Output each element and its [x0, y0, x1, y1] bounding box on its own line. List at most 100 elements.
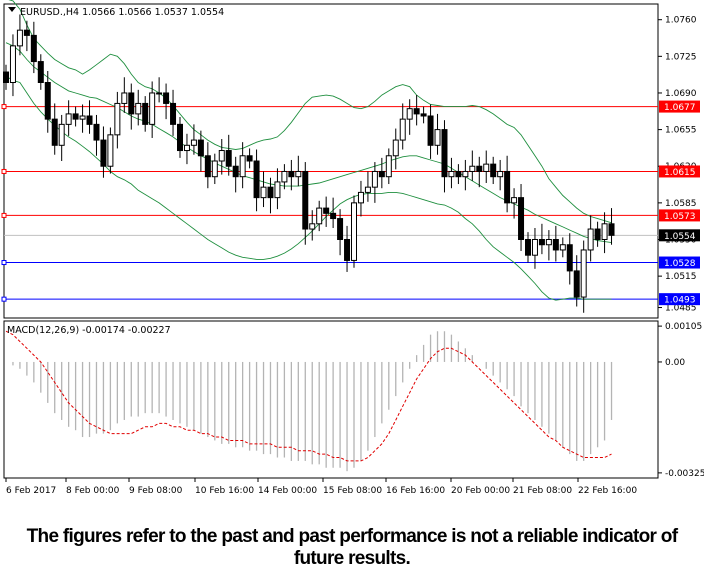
current-price-label: 1.0554	[664, 232, 696, 242]
candle-body	[86, 115, 93, 125]
candle-body	[573, 270, 580, 298]
price-axis-label: 1.0515	[665, 272, 697, 282]
level-line-handle[interactable]	[1, 296, 7, 302]
candle-body	[399, 118, 406, 141]
candle-body	[580, 249, 587, 298]
candle-body	[239, 155, 246, 178]
candle-body	[538, 239, 545, 246]
candle-body	[156, 92, 163, 95]
candle-body	[518, 197, 525, 240]
candle-body	[204, 155, 211, 178]
candle-body	[79, 115, 86, 120]
candle-body	[58, 123, 65, 146]
candle-body	[267, 186, 274, 199]
symbol-header: EURUSD.,H4 1.0566 1.0566 1.0537 1.0554	[20, 7, 224, 18]
level-price-label: 1.0493	[664, 296, 696, 306]
macd-label: MACD(12,26,9) -0.00174 -0.00227	[7, 325, 171, 336]
macd-panel-frame	[3, 320, 659, 479]
price-axis-label: 1.0760	[665, 16, 697, 26]
candle-body	[107, 134, 114, 167]
candle-body	[427, 115, 434, 146]
candle-body	[30, 34, 37, 63]
time-axis-label: 22 Feb 16:00	[578, 486, 637, 496]
candle-body	[337, 218, 344, 240]
candle-body	[323, 207, 330, 214]
price-chart[interactable]: 1.07601.07251.06901.06551.06201.05851.05…	[0, 0, 704, 520]
time-axis-label: 14 Feb 00:00	[258, 486, 317, 496]
candle-body	[441, 129, 448, 178]
candle-body	[295, 170, 302, 178]
candle-body	[462, 170, 469, 178]
macd-axis-label: -0.00325	[665, 469, 704, 479]
candle-body	[211, 160, 218, 178]
candle-body	[288, 170, 295, 178]
macd-axis-label: 0.00105	[665, 322, 702, 332]
macd-axis-label: 0.00	[665, 358, 685, 368]
candle-body	[448, 170, 455, 178]
time-axis-label: 9 Feb 08:00	[129, 486, 183, 496]
level-line-handle[interactable]	[1, 168, 7, 174]
candle-body	[281, 170, 288, 183]
level-price-label: 1.0573	[664, 212, 696, 222]
time-axis-label: 21 Feb 08:00	[513, 486, 572, 496]
candle-body	[316, 207, 323, 225]
level-line-handle[interactable]	[1, 260, 7, 266]
candle-body	[608, 223, 615, 236]
time-axis-label: 16 Feb 16:00	[386, 486, 445, 496]
level-line-handle[interactable]	[1, 104, 7, 110]
candle-body	[170, 102, 177, 125]
candle-body	[601, 223, 608, 241]
price-axis-label: 1.0725	[665, 52, 697, 62]
candle-body	[51, 118, 58, 146]
candle-body	[37, 61, 44, 83]
candle-body	[93, 123, 100, 141]
candle-body	[497, 170, 504, 178]
candle-body	[392, 139, 399, 157]
candle-body	[511, 197, 518, 204]
candle-body	[371, 170, 378, 188]
candle-body	[72, 113, 79, 120]
candle-body	[364, 186, 371, 193]
level-line-handle[interactable]	[1, 212, 7, 218]
candle-body	[545, 239, 552, 246]
candle-body	[483, 163, 490, 172]
candle-body	[218, 150, 225, 162]
candle-body	[504, 170, 511, 204]
candle-body	[3, 71, 9, 83]
candle-body	[253, 160, 260, 199]
candle-body	[149, 92, 156, 125]
time-axis-label: 20 Feb 00:00	[451, 486, 510, 496]
candle-body	[65, 113, 72, 125]
candle-body	[594, 228, 601, 241]
disclaimer-text: The figures refer to the past and past p…	[26, 526, 678, 569]
candle-body	[260, 186, 267, 199]
time-axis-label: 8 Feb 00:00	[66, 486, 120, 496]
candle-body	[344, 239, 351, 261]
candle-body	[309, 223, 316, 230]
candle-body	[163, 92, 170, 104]
price-axis-label: 1.0585	[665, 199, 697, 209]
candle-body	[566, 244, 573, 272]
candle-body	[490, 163, 497, 178]
candle-body	[455, 170, 462, 178]
candle-body	[225, 150, 232, 167]
candle-body	[177, 123, 183, 152]
candle-body	[9, 45, 16, 83]
level-price-label: 1.0615	[664, 168, 696, 178]
candle-body	[525, 239, 531, 256]
candle-body	[128, 92, 135, 115]
candle-body	[16, 29, 23, 47]
candle-body	[351, 202, 357, 261]
candle-body	[385, 155, 392, 178]
candle-body	[476, 165, 483, 172]
time-axis-label: 15 Feb 08:00	[323, 486, 382, 496]
candle-body	[587, 228, 594, 251]
candle-body	[420, 113, 427, 117]
candle-body	[246, 155, 253, 162]
candle-body	[121, 92, 128, 104]
candle-body	[434, 129, 441, 146]
candle-body	[114, 102, 121, 136]
candle-body	[330, 212, 337, 220]
price-axis-label: 1.0690	[665, 89, 697, 99]
candle-body	[190, 139, 197, 146]
